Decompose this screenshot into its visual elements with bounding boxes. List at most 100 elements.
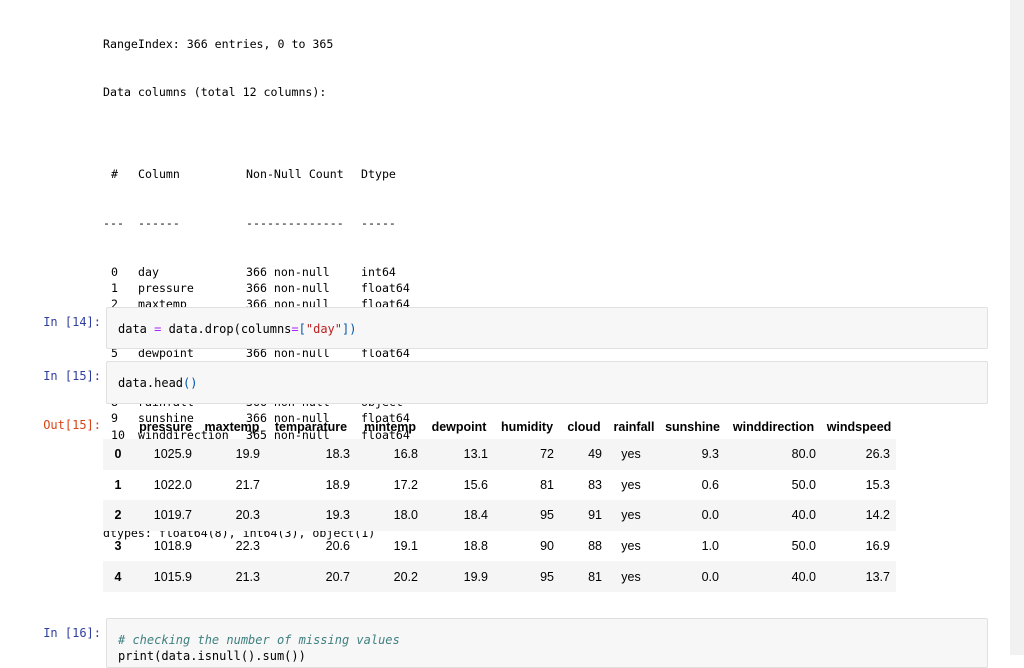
table-cell-mintemp: 17.2 (393, 477, 418, 492)
cell-16-input[interactable]: # checking the number of missing values … (106, 618, 988, 668)
table-row: 2 1019.7 20.3 19.3 18.0 18.4 95 91 yes 0.0 40.0 14.… (103, 500, 896, 531)
code-bracket: ]) (342, 322, 357, 336)
info-row-nonnull: 366 non-null (246, 264, 330, 279)
column-header-maxtemp: maxtemp (204, 419, 260, 434)
row-index: 2 (114, 508, 122, 523)
column-header-mintemp: mintemp (363, 419, 417, 434)
cell-14-prompt: In [14]: (43, 315, 101, 329)
code-operator: = (291, 322, 299, 336)
table-cell-dewpoint: 18.8 (463, 539, 488, 554)
info-sep-nonnull: -------------- (246, 215, 344, 230)
row-index: 0 (114, 447, 122, 462)
index-header (103, 414, 133, 439)
table-cell-winddirection: 80.0 (791, 447, 816, 462)
code-token: data.drop(columns (161, 322, 292, 336)
row-index: 3 (114, 539, 122, 554)
column-header-pressure: pressure (139, 419, 192, 434)
table-cell-pressure: 1022.0 (153, 477, 192, 492)
cell-16-comment: # checking the number of missing values (118, 633, 400, 647)
table-cell-maxtemp: 19.9 (235, 447, 260, 462)
table-cell-cloud: 91 (588, 508, 602, 523)
info-row: 1 pressure 366 non-null float64 (103, 280, 410, 296)
code-bracket: () (183, 376, 198, 390)
info-header-dtype: Dtype (361, 166, 396, 181)
table-cell-temparature: 19.3 (325, 508, 350, 523)
table-cell-humidity: 95 (540, 569, 554, 584)
info-sep-num: --- (103, 215, 124, 230)
table-cell-mintemp: 19.1 (393, 539, 418, 554)
column-header-rainfall: rainfall (613, 419, 655, 434)
cell-16-code-line[interactable]: print(data.isnull().sum()) (118, 649, 306, 663)
table-cell-pressure: 1018.9 (153, 539, 192, 554)
table-cell-rainfall: yes (621, 508, 641, 523)
table-cell-temparature: 20.6 (325, 539, 350, 554)
table-row: 4 1015.9 21.3 20.7 20.2 19.9 95 81 yes 0.0 40.0 13.… (103, 561, 896, 592)
cell-15-code[interactable]: data.head() (118, 376, 197, 390)
table-cell-winddirection: 40.0 (791, 508, 816, 523)
column-header-sunshine: sunshine (665, 419, 720, 434)
cell-14-input[interactable]: data = data.drop(columns=["day"]) (106, 307, 988, 349)
cell-14-code[interactable]: data = data.drop(columns=["day"]) (118, 322, 356, 336)
info-header-num: # (111, 166, 118, 181)
table-cell-mintemp: 18.0 (393, 508, 418, 523)
table-cell-dewpoint: 18.4 (463, 508, 488, 523)
table-cell-humidity: 90 (540, 539, 554, 554)
info-row-column: pressure (138, 281, 194, 296)
table-cell-maxtemp: 21.3 (235, 569, 260, 584)
info-sep-dtype: ----- (361, 215, 396, 230)
data-columns-line: Data columns (total 12 columns): (103, 85, 327, 100)
column-header-dewpoint: dewpoint (431, 419, 487, 434)
info-separator-row: --- ------ -------------- ----- (103, 215, 396, 231)
table-cell-cloud: 88 (588, 539, 602, 554)
table-cell-temparature: 18.3 (325, 447, 350, 462)
table-cell-dewpoint: 13.1 (463, 447, 488, 462)
code-token: data (118, 322, 155, 336)
column-header-temparature: temparature (274, 419, 348, 434)
column-header-winddirection: winddirection (732, 419, 815, 434)
dataframe-header-row: pressure maxtemp temparature mintemp dewpoin… (103, 414, 896, 439)
table-cell-pressure: 1025.9 (153, 447, 192, 462)
table-cell-temparature: 18.9 (325, 477, 350, 492)
table-cell-rainfall: yes (621, 539, 641, 554)
table-cell-sunshine: 0.6 (701, 477, 719, 492)
vertical-scrollbar[interactable] (1010, 0, 1024, 655)
table-cell-mintemp: 16.8 (393, 447, 418, 462)
info-row-num: 0 (111, 264, 118, 279)
row-index: 4 (114, 569, 122, 584)
table-cell-sunshine: 9.3 (701, 447, 719, 462)
table-cell-pressure: 1015.9 (153, 569, 192, 584)
table-cell-windspeed: 16.9 (865, 539, 890, 554)
table-cell-mintemp: 20.2 (393, 569, 418, 584)
table-row: 0 1025.9 19.9 18.3 16.8 13.1 72 49 yes 9.3 80.0 26.… (103, 439, 896, 470)
table-cell-maxtemp: 20.3 (235, 508, 260, 523)
dataframe-table: pressure maxtemp temparature mintemp dewpoin… (103, 414, 896, 592)
column-header-humidity: humidity (500, 419, 554, 434)
table-cell-rainfall: yes (621, 477, 641, 492)
dataframe-body: 0 1025.9 19.9 18.3 16.8 13.1 72 49 yes 9.3 80.0 26.… (103, 439, 896, 592)
table-cell-windspeed: 13.7 (865, 569, 890, 584)
cell-15-input[interactable]: data.head() (106, 361, 988, 404)
table-cell-maxtemp: 21.7 (235, 477, 260, 492)
code-string: "day" (305, 322, 342, 336)
column-header-cloud: cloud (567, 419, 601, 434)
table-row: 1 1022.0 21.7 18.9 17.2 15.6 81 83 yes 0.6 50.0 15.… (103, 470, 896, 501)
table-cell-cloud: 49 (588, 447, 602, 462)
table-cell-windspeed: 26.3 (865, 447, 890, 462)
table-row: 3 1018.9 22.3 20.6 19.1 18.8 90 88 yes 1.0 50.0 16.… (103, 531, 896, 562)
cell-15-prompt: In [15]: (43, 369, 101, 383)
range-index-line: RangeIndex: 366 entries, 0 to 365 (103, 36, 334, 51)
table-cell-winddirection: 50.0 (791, 539, 816, 554)
code-bracket: [ (298, 322, 306, 336)
out-15-prompt: Out[15]: (43, 418, 101, 432)
info-row: 0 day 366 non-null int64 (103, 264, 396, 280)
info-row-dtype: int64 (361, 264, 396, 279)
table-cell-winddirection: 50.0 (791, 477, 816, 492)
info-row-dtype: float64 (361, 281, 410, 296)
column-header-windspeed: windspeed (826, 419, 892, 434)
info-sep-column: ------ (138, 215, 180, 230)
info-header-nonnull: Non-Null Count (246, 166, 344, 181)
table-cell-dewpoint: 15.6 (463, 477, 488, 492)
table-cell-windspeed: 15.3 (865, 477, 890, 492)
table-cell-rainfall: yes (621, 447, 641, 462)
table-cell-sunshine: 1.0 (701, 539, 719, 554)
